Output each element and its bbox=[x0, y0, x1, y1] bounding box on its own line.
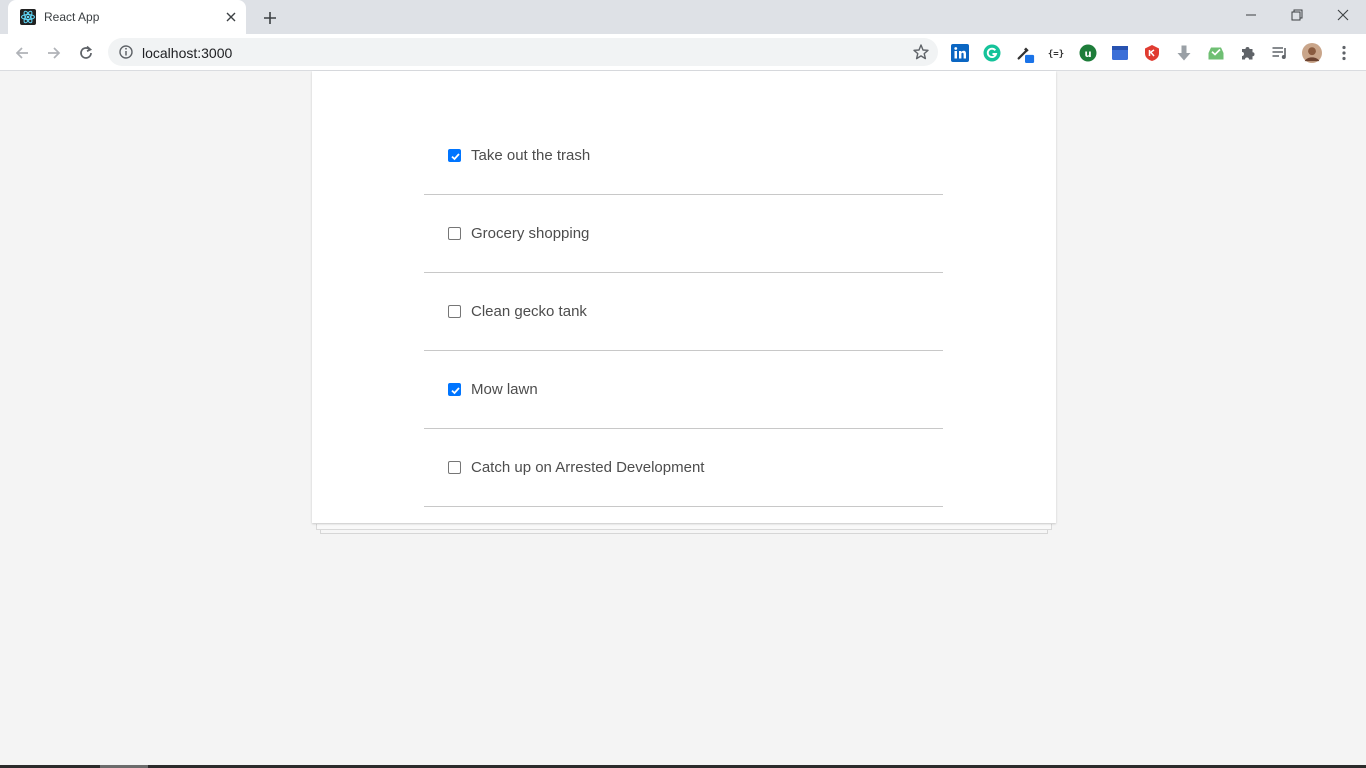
eyedropper-icon[interactable] bbox=[1015, 43, 1035, 63]
puzzle-icon[interactable] bbox=[1238, 43, 1258, 63]
inbox-icon[interactable] bbox=[1206, 43, 1226, 63]
checkmark-icon bbox=[451, 387, 460, 395]
minimize-button[interactable] bbox=[1228, 0, 1274, 30]
close-icon[interactable] bbox=[222, 8, 240, 26]
todo-item: Catch up on Arrested Development bbox=[424, 429, 943, 507]
svg-text:{=}: {=} bbox=[1048, 50, 1064, 60]
todo-label: Mow lawn bbox=[471, 381, 538, 398]
forward-arrow-icon bbox=[48, 47, 61, 59]
back-arrow-icon bbox=[15, 47, 28, 59]
url-text[interactable]: localhost:3000 bbox=[142, 45, 232, 61]
todo-label: Catch up on Arrested Development bbox=[471, 459, 705, 476]
info-icon[interactable] bbox=[118, 44, 134, 60]
window-icon[interactable] bbox=[1110, 43, 1130, 63]
todo-checkbox[interactable] bbox=[448, 383, 461, 396]
avatar[interactable] bbox=[1302, 43, 1322, 63]
todo-checkbox[interactable] bbox=[448, 461, 461, 474]
todo-label: Grocery shopping bbox=[471, 225, 590, 242]
close-window-icon bbox=[1337, 9, 1349, 21]
todo-checkbox[interactable] bbox=[448, 149, 461, 162]
restore-icon bbox=[1291, 9, 1303, 21]
bookmark-star-icon[interactable] bbox=[912, 43, 930, 61]
todo-item: Grocery shopping bbox=[424, 195, 943, 273]
close-window-button[interactable] bbox=[1320, 0, 1366, 30]
react-icon bbox=[20, 9, 36, 25]
media-queue-icon[interactable] bbox=[1270, 43, 1290, 63]
grammarly-icon[interactable] bbox=[982, 43, 1002, 63]
restore-button[interactable] bbox=[1274, 0, 1320, 30]
linkedin-icon[interactable] bbox=[950, 43, 970, 63]
browser-toolbar: localhost:3000 {=} u bbox=[0, 34, 1366, 71]
todo-item: Clean gecko tank bbox=[424, 273, 943, 351]
new-tab-button[interactable] bbox=[260, 8, 280, 28]
tab-title: React App bbox=[44, 10, 100, 24]
reload-button[interactable] bbox=[74, 41, 98, 65]
svg-text:u: u bbox=[1084, 49, 1091, 60]
ublock-icon[interactable]: u bbox=[1078, 43, 1098, 63]
address-bar[interactable]: localhost:3000 bbox=[108, 38, 938, 66]
back-button[interactable] bbox=[10, 41, 34, 65]
tab-strip: React App bbox=[0, 0, 1366, 34]
todo-list: Take out the trash Grocery shopping Clea… bbox=[424, 117, 943, 507]
checkmark-icon bbox=[451, 153, 460, 161]
forward-button[interactable] bbox=[42, 41, 66, 65]
shield-icon[interactable] bbox=[1142, 43, 1162, 63]
reload-icon bbox=[80, 45, 93, 59]
todo-checkbox[interactable] bbox=[448, 305, 461, 318]
menu-dots-icon[interactable] bbox=[1334, 43, 1354, 63]
todo-checkbox[interactable] bbox=[448, 227, 461, 240]
json-viewer-icon[interactable]: {=} bbox=[1046, 43, 1066, 63]
todo-item: Mow lawn bbox=[424, 351, 943, 429]
todo-item: Take out the trash bbox=[424, 117, 943, 195]
plus-icon bbox=[264, 12, 276, 24]
todo-label: Clean gecko tank bbox=[471, 303, 587, 320]
card-stack-edge bbox=[316, 524, 1052, 530]
todo-label: Take out the trash bbox=[471, 147, 591, 164]
minimize-icon bbox=[1246, 14, 1256, 16]
todo-card: Take out the trash Grocery shopping Clea… bbox=[312, 71, 1056, 523]
browser-tab[interactable]: React App bbox=[8, 0, 246, 34]
page-viewport: Take out the trash Grocery shopping Clea… bbox=[0, 71, 1366, 768]
download-icon[interactable] bbox=[1174, 43, 1194, 63]
